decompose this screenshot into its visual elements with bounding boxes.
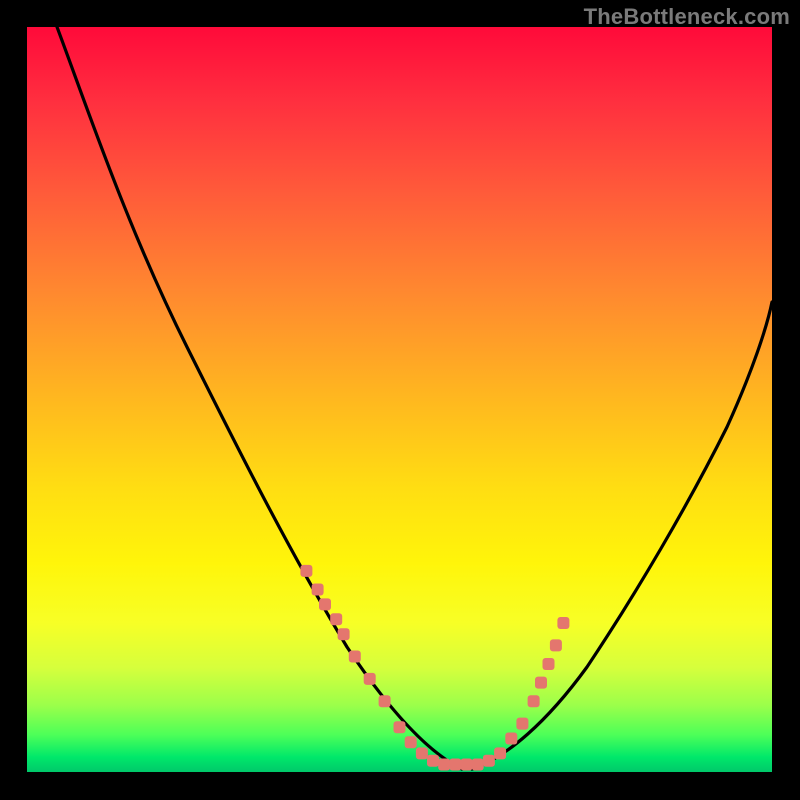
marker-dot [338,628,350,640]
marker-dot [364,673,376,685]
marker-dot [472,759,484,771]
chart-stage: TheBottleneck.com [0,0,800,800]
marker-dot [483,755,495,767]
left-curve [57,27,462,769]
marker-dot [300,565,312,577]
right-curve [472,302,772,769]
marker-dot [405,736,417,748]
marker-dot [505,733,517,745]
marker-dot [319,598,331,610]
marker-dot [438,759,450,771]
marker-dot [535,677,547,689]
marker-dot [394,721,406,733]
plot-area [27,27,772,772]
curve-layer [57,27,772,769]
marker-dot [461,759,473,771]
marker-dot [449,759,461,771]
marker-dot [550,639,562,651]
marker-layer [300,565,569,771]
marker-dot [330,613,342,625]
marker-dot [494,747,506,759]
marker-dot [427,755,439,767]
chart-svg [27,27,772,772]
watermark-text: TheBottleneck.com [584,4,790,30]
marker-dot [349,651,361,663]
marker-dot [543,658,555,670]
marker-dot [528,695,540,707]
marker-dot [557,617,569,629]
marker-dot [312,584,324,596]
marker-dot [379,695,391,707]
marker-dot [416,747,428,759]
marker-dot [516,718,528,730]
